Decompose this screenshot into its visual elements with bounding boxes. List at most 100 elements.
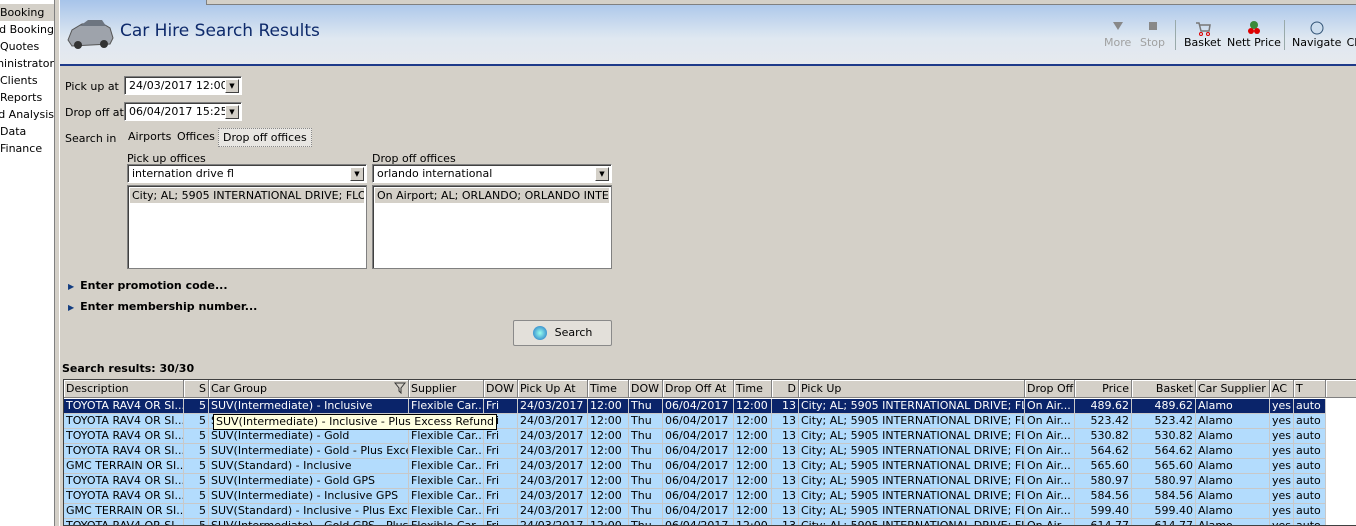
list-item[interactable]: City; AL; 5905 INTERNATIONAL DRIVE; FLO.… xyxy=(130,188,364,203)
column-header[interactable]: DOW xyxy=(484,380,518,398)
car-icon xyxy=(67,20,114,49)
pickup-offices-list[interactable]: City; AL; 5905 INTERNATIONAL DRIVE; FLO.… xyxy=(127,185,367,269)
toolbar-nett-price-button[interactable]: Nett Price xyxy=(1227,20,1281,49)
table-cell: 12:00 xyxy=(588,399,629,414)
table-cell: 12:00 xyxy=(734,459,772,474)
sidebar-item[interactable]: Quotes xyxy=(0,38,54,55)
column-header[interactable]: Time xyxy=(734,380,772,398)
membership-number-expander[interactable]: ▶ Enter membership number... xyxy=(68,300,257,313)
table-cell: 24/03/2017 xyxy=(518,444,588,459)
column-header[interactable]: Drop Off At xyxy=(663,380,734,398)
table-cell: Fri xyxy=(484,399,518,414)
column-header[interactable]: Time xyxy=(588,380,629,398)
dropdown-arrow-icon[interactable]: ▼ xyxy=(225,79,239,93)
sidebar-item[interactable]: Clients xyxy=(0,72,54,89)
membership-label: Enter membership number... xyxy=(80,300,258,313)
promotion-code-expander[interactable]: ▶ Enter promotion code... xyxy=(68,279,228,292)
column-header[interactable]: Price xyxy=(1075,380,1132,398)
toolbar-navigate-button[interactable]: Navigate xyxy=(1292,20,1341,49)
column-header[interactable]: Pick Up At xyxy=(518,380,588,398)
column-header[interactable]: T xyxy=(1294,380,1326,398)
table-cell: 5 xyxy=(184,519,209,525)
dropdown-arrow-icon[interactable]: ▼ xyxy=(595,167,609,181)
filter-icon[interactable] xyxy=(393,382,407,397)
tab-drop-off-offices[interactable]: Drop off offices xyxy=(218,128,312,147)
column-header[interactable]: Pick Up xyxy=(799,380,1025,398)
table-cell: yes xyxy=(1270,474,1294,489)
table-cell: 12:00 xyxy=(734,444,772,459)
table-cell: TOYOTA RAV4 OR SI... xyxy=(64,429,184,444)
promo-label: Enter promotion code... xyxy=(80,279,228,292)
column-header[interactable]: DOW xyxy=(629,380,663,398)
pickup-offices-input[interactable]: internation drive fl ▼ xyxy=(127,164,367,183)
results-grid[interactable]: Description S Car Group Supplier DOW Pick Up … xyxy=(63,379,1356,526)
sidebar-item-label: Reports xyxy=(0,91,43,104)
sidebar-item[interactable]: Reports xyxy=(0,89,54,106)
table-cell: 12:00 xyxy=(734,504,772,519)
column-header[interactable]: AC xyxy=(1270,380,1294,398)
table-cell: Thu xyxy=(629,444,663,459)
tab-airports[interactable]: Airports xyxy=(124,128,175,145)
dropoff-offices-list[interactable]: On Airport; AL; ORLANDO; ORLANDO INTER..… xyxy=(372,185,612,269)
table-cell: 12:00 xyxy=(588,474,629,489)
column-header[interactable]: Description xyxy=(64,380,184,398)
dropoff-offices-input[interactable]: orlando international ▼ xyxy=(372,164,612,183)
sidebar-item[interactable]: Administrator xyxy=(0,55,54,72)
table-cell: On Air... xyxy=(1025,399,1075,414)
column-header[interactable]: Drop Off xyxy=(1025,380,1075,398)
table-cell: 564.62 xyxy=(1132,444,1196,459)
table-cell: Flexible Car... xyxy=(409,429,484,444)
table-cell: 565.60 xyxy=(1132,459,1196,474)
column-header[interactable]: Supplier xyxy=(409,380,484,398)
table-cell: 5 xyxy=(184,399,209,414)
tab-offices[interactable]: Offices xyxy=(173,128,219,145)
table-cell: 06/04/2017 xyxy=(663,444,734,459)
column-header[interactable]: Car Group xyxy=(209,380,409,398)
table-cell: SUV(Intermediate) - Gold xyxy=(209,429,409,444)
main-panel: Car Hire Search Results More Stop Basket Ne… xyxy=(59,0,1356,526)
table-cell: 599.40 xyxy=(1132,504,1196,519)
table-cell: yes xyxy=(1270,414,1294,429)
sidebar-item[interactable]: Booking xyxy=(0,4,54,21)
table-cell: On Air... xyxy=(1025,414,1075,429)
dropdown-arrow-icon[interactable]: ▼ xyxy=(350,167,364,181)
table-cell: 06/04/2017 xyxy=(663,519,734,525)
column-header[interactable]: D xyxy=(772,380,799,398)
table-cell: On Air... xyxy=(1025,474,1075,489)
toolbar-more-button[interactable]: More xyxy=(1104,20,1131,49)
dropdown-arrow-icon[interactable]: ▼ xyxy=(225,105,239,119)
table-cell: auto xyxy=(1294,444,1326,459)
sidebar-item[interactable]: Data xyxy=(0,123,54,140)
toolbar-cl-button[interactable]: Cl xyxy=(1346,20,1356,49)
toolbar-label: More xyxy=(1104,36,1132,49)
sidebar-item[interactable]: Finance xyxy=(0,140,54,157)
table-cell: Fri xyxy=(484,444,518,459)
sidebar-item[interactable]: Extended Booking xyxy=(0,21,54,38)
table-cell: 24/03/2017 xyxy=(518,459,588,474)
sidebar-item-label: Reporting and Analysis xyxy=(0,108,54,121)
pickup-datetime[interactable]: 24/03/2017 12:00 ▼ xyxy=(124,76,242,95)
column-header[interactable]: Car Supplier xyxy=(1196,380,1270,398)
table-cell: 13 xyxy=(772,519,799,525)
toolbar-stop-button[interactable]: Stop xyxy=(1140,20,1165,49)
dropoff-datetime[interactable]: 06/04/2017 15:25 ▼ xyxy=(124,102,242,121)
table-cell: 5 xyxy=(184,444,209,459)
search-button[interactable]: Search xyxy=(513,320,612,346)
toolbar-separator xyxy=(1175,20,1176,50)
pickup-value: 24/03/2017 12:00 xyxy=(129,79,228,92)
column-header[interactable]: S xyxy=(184,380,209,398)
table-cell: SUV(Intermediate) - Gold GPS - Plus E... xyxy=(209,519,409,525)
table-cell: Flexible Car... xyxy=(409,519,484,525)
column-header-filler xyxy=(1326,380,1356,398)
sidebar-item[interactable]: Reporting and Analysis xyxy=(0,106,54,123)
table-cell: TOYOTA RAV4 OR SI... xyxy=(64,474,184,489)
table-cell: On Air... xyxy=(1025,519,1075,525)
toolbar-basket-button[interactable]: Basket xyxy=(1184,20,1221,49)
column-header[interactable]: Basket xyxy=(1132,380,1196,398)
table-cell: 580.97 xyxy=(1132,474,1196,489)
sidebar-item-label: Clients xyxy=(0,74,38,87)
table-cell: 24/03/2017 xyxy=(518,399,588,414)
pickup-label: Pick up at xyxy=(65,80,119,93)
list-item[interactable]: On Airport; AL; ORLANDO; ORLANDO INTER..… xyxy=(375,188,609,203)
header: Car Hire Search Results More Stop Basket Ne… xyxy=(60,0,1356,66)
